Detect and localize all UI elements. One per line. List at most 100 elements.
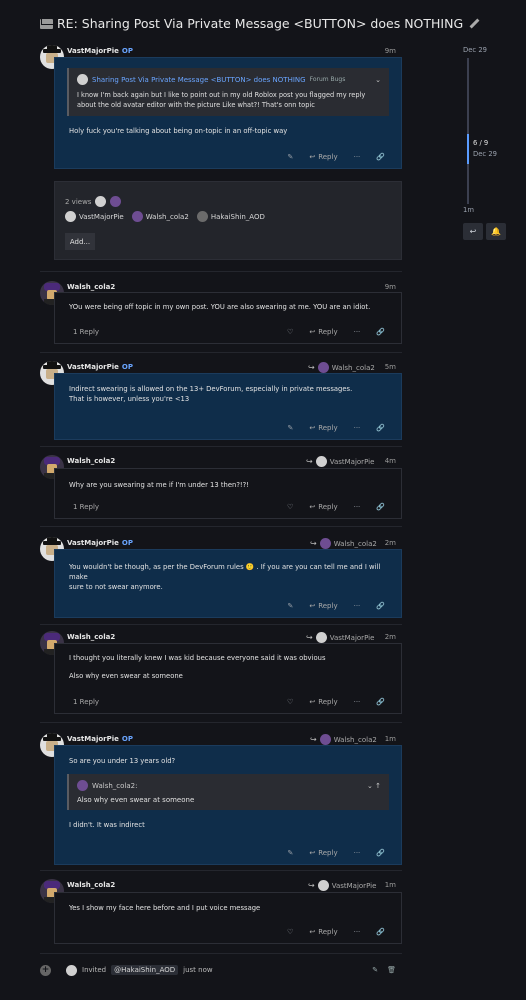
view-count: 2 views (65, 197, 92, 206)
post-author[interactable]: Walsh_cola2 (67, 633, 115, 641)
replies-toggle[interactable]: 1 Reply (73, 328, 99, 336)
post-time[interactable]: 4m (385, 457, 396, 465)
post-author[interactable]: Walsh_cola2 (67, 283, 115, 291)
reply-to-indicator[interactable]: ↪ VastMajorPie (308, 880, 376, 891)
heart-icon[interactable]: ♡ (287, 328, 293, 336)
reply-arrow-icon: ↪ (306, 457, 313, 466)
participant[interactable]: HakaiShin_AOD (196, 211, 265, 222)
reply-button[interactable]: ↩ Reply (309, 153, 337, 161)
reply-button[interactable]: ↩ Reply (309, 602, 337, 610)
reply-arrow-icon: ↩ (469, 227, 477, 236)
participant[interactable]: Walsh_cola2 (131, 211, 189, 222)
post-time[interactable]: 1m (385, 735, 396, 743)
op-badge: OP (121, 539, 133, 547)
link-icon[interactable]: 🔗 (376, 602, 385, 610)
reply-button[interactable]: ↩ Reply (309, 424, 337, 432)
edit-icon[interactable]: ✎ (372, 966, 378, 974)
link-icon[interactable]: 🔗 (376, 698, 385, 706)
edit-icon[interactable]: ✎ (287, 424, 293, 432)
heart-icon[interactable]: ♡ (287, 698, 293, 706)
post-3: VastMajorPie OP ↪ Walsh_cola2 5m Indirect … (40, 361, 402, 441)
notification-button[interactable]: 🔔 (486, 223, 506, 240)
reply-to-indicator[interactable]: ↪ VastMajorPie (306, 632, 374, 643)
reply-button[interactable]: ↩ Reply (309, 503, 337, 511)
timeline-start-date[interactable]: Dec 29 (463, 46, 487, 54)
timeline-handle[interactable] (467, 134, 469, 164)
avatar[interactable] (66, 964, 77, 976)
post-actions: 1 Reply ♡ ↩ Reply ··· 🔗 (55, 321, 401, 343)
post-author[interactable]: Walsh_cola2 (67, 881, 115, 889)
post-time[interactable]: 5m (385, 363, 396, 371)
reply-arrow-icon: ↩ (309, 698, 316, 706)
more-icon[interactable]: ··· (354, 928, 361, 936)
op-badge: OP (121, 47, 133, 55)
replies-toggle[interactable]: 1 Reply (73, 503, 99, 511)
divider (40, 722, 402, 723)
reply-to-indicator[interactable]: ↪ Walsh_cola2 (310, 538, 377, 549)
edit-icon[interactable]: ✎ (287, 602, 293, 610)
timeline-track[interactable] (467, 58, 469, 204)
post-text: Yes I show my face here before and I put… (69, 904, 261, 912)
post-body: Why are you swearing at me if I'm under … (54, 468, 402, 519)
edit-icon[interactable]: ✎ (287, 153, 293, 161)
link-icon[interactable]: 🔗 (376, 328, 385, 336)
reply-button[interactable]: ↩ Reply (309, 928, 337, 936)
post-7: VastMajorPie OP ↪ Walsh_cola2 1m So are yo… (40, 733, 402, 866)
mention-link[interactable]: @HakaiShin_AOD (111, 965, 179, 975)
link-icon[interactable]: 🔗 (376, 503, 385, 511)
link-icon[interactable]: 🔗 (376, 928, 385, 936)
link-icon[interactable]: 🔗 (376, 424, 385, 432)
post-time[interactable]: 9m (385, 47, 396, 55)
avatar (77, 780, 88, 791)
divider (40, 352, 402, 353)
bell-icon: 🔔 (491, 227, 501, 236)
chevron-down-icon[interactable]: ⌄ (375, 76, 381, 84)
post-time[interactable]: 2m (385, 539, 396, 547)
timeline-end-date[interactable]: 1m (463, 206, 474, 214)
post-author[interactable]: VastMajorPie OP (67, 363, 133, 371)
post-author[interactable]: VastMajorPie OP (67, 539, 133, 547)
reply-button[interactable]: ↩ Reply (309, 698, 337, 706)
trash-icon[interactable]: 🗑 (387, 966, 396, 974)
quote-block: Walsh_cola2: ⌄ ↑ Also why even swear at s… (67, 774, 389, 810)
add-participant-button[interactable]: Add... (65, 233, 95, 250)
post-text: Indirect swearing is allowed on the 13+ … (69, 385, 353, 393)
link-icon[interactable]: 🔗 (376, 153, 385, 161)
more-icon[interactable]: ··· (354, 424, 361, 432)
link-icon[interactable]: 🔗 (376, 849, 385, 857)
quoted-topic-link[interactable]: Sharing Post Via Private Message <BUTTON… (92, 76, 306, 84)
heart-icon[interactable]: ♡ (287, 503, 293, 511)
participant[interactable]: VastMajorPie (65, 211, 124, 222)
more-icon[interactable]: ··· (354, 698, 361, 706)
more-icon[interactable]: ··· (354, 849, 361, 857)
post-time[interactable]: 2m (385, 633, 396, 641)
more-icon[interactable]: ··· (354, 602, 361, 610)
chevron-down-icon[interactable]: ⌄ ↑ (367, 782, 381, 790)
post-time[interactable]: 1m (385, 881, 396, 889)
post-author[interactable]: VastMajorPie OP (67, 735, 133, 743)
more-icon[interactable]: ··· (354, 328, 361, 336)
reply-button[interactable]: ↩ Reply (309, 849, 337, 857)
post-body: Sharing Post Via Private Message <BUTTON… (54, 57, 402, 169)
post-body: You wouldn't be though, as per the DevFo… (54, 549, 402, 618)
heart-icon[interactable]: ♡ (287, 928, 293, 936)
more-icon[interactable]: ··· (354, 503, 361, 511)
reply-to-indicator[interactable]: ↪ Walsh_cola2 (308, 362, 375, 373)
reply-topic-button[interactable]: ↩ (463, 223, 483, 240)
reply-arrow-icon: ↩ (309, 153, 316, 161)
post-author[interactable]: Walsh_cola2 (67, 457, 115, 465)
post-actions: ♡ ↩ Reply ··· 🔗 (55, 921, 401, 943)
category-label[interactable]: Forum Bugs (310, 76, 346, 83)
post-author[interactable]: VastMajorPie OP (67, 47, 133, 55)
more-icon[interactable]: ··· (354, 153, 361, 161)
replies-toggle[interactable]: 1 Reply (73, 698, 99, 706)
reply-to-indicator[interactable]: ↪ VastMajorPie (306, 456, 374, 467)
post-time[interactable]: 9m (385, 283, 396, 291)
edit-icon[interactable]: ✎ (287, 849, 293, 857)
post-6: Walsh_cola2 ↪ VastMajorPie 2m I thought y… (40, 631, 402, 716)
quote-author[interactable]: Walsh_cola2: (92, 782, 137, 790)
post-actions: ✎ ↩ Reply ··· 🔗 (55, 595, 401, 617)
reply-to-indicator[interactable]: ↪ Walsh_cola2 (310, 734, 377, 745)
reply-button[interactable]: ↩ Reply (309, 328, 337, 336)
edit-title-icon[interactable] (469, 18, 480, 29)
